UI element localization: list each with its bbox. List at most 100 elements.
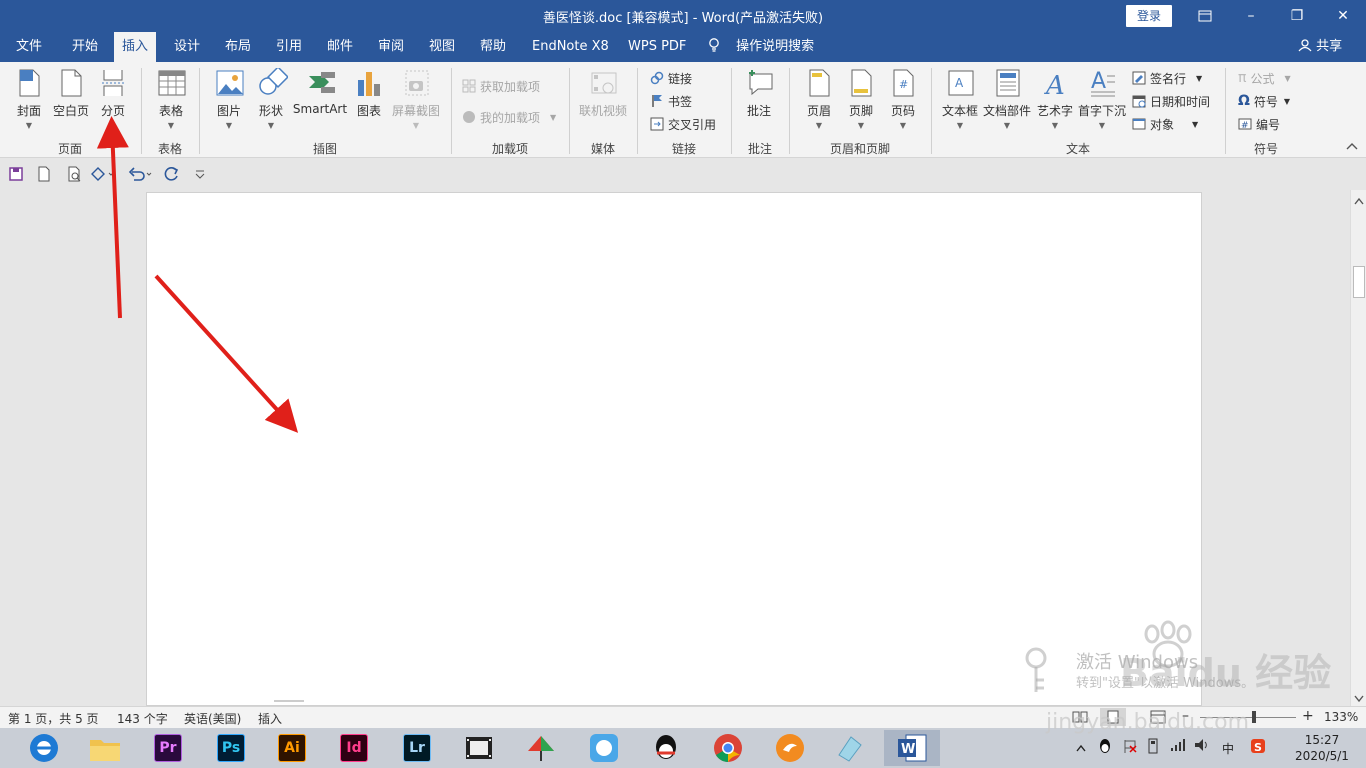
collapse-ribbon-icon[interactable] xyxy=(1346,142,1358,153)
page-count-status[interactable]: 第 1 页，共 5 页 xyxy=(8,710,99,727)
scroll-up-icon[interactable] xyxy=(1354,194,1364,208)
word-taskbar-icon[interactable]: W xyxy=(884,730,940,766)
chart-button[interactable]: 图表 xyxy=(354,68,384,119)
flag-tray-icon[interactable] xyxy=(1122,738,1138,757)
table-button[interactable]: 表格 ▼ xyxy=(152,68,190,130)
page-break-button[interactable]: 分页 xyxy=(96,68,130,119)
qq-tray-icon[interactable] xyxy=(1098,738,1112,757)
tab-references[interactable]: 引用 xyxy=(268,32,310,62)
tab-insert[interactable]: 插入 xyxy=(114,32,157,62)
footer-button[interactable]: 页脚 ▼ xyxy=(844,68,878,130)
qq-icon[interactable] xyxy=(638,730,694,766)
my-addins-label: 我的加载项 xyxy=(480,110,541,125)
scroll-down-icon[interactable] xyxy=(1354,692,1364,706)
tab-help[interactable]: 帮助 xyxy=(472,32,514,62)
textbox-label: 文本框 xyxy=(941,104,978,118)
shapes-button[interactable]: 形状 ▼ xyxy=(254,66,289,130)
cross-reference-button[interactable]: 交叉引用 xyxy=(650,114,716,134)
close-button[interactable]: ✕ xyxy=(1320,0,1366,32)
usb-tray-icon[interactable] xyxy=(1146,738,1160,757)
format-painter-icon[interactable] xyxy=(90,166,114,182)
bird-app-icon[interactable] xyxy=(576,730,632,766)
indesign-icon[interactable]: Id xyxy=(326,730,382,766)
lightroom-icon[interactable]: Lr xyxy=(389,730,445,766)
edge-browser-icon[interactable] xyxy=(16,730,72,766)
tab-wps-pdf[interactable]: WPS PDF xyxy=(620,32,694,62)
date-time-button[interactable]: 日期和时间 xyxy=(1132,91,1210,111)
notes-app-icon[interactable] xyxy=(822,730,878,766)
bookmark-button[interactable]: 书签 xyxy=(650,91,692,111)
quick-parts-button[interactable]: 文档部件 ▼ xyxy=(982,68,1032,130)
tab-design[interactable]: 设计 xyxy=(166,32,208,62)
blank-page-button[interactable]: 空白页 xyxy=(50,68,92,119)
cover-page-button[interactable]: 封面 ▼ xyxy=(12,68,46,130)
camera-icon xyxy=(403,68,429,98)
drop-cap-button[interactable]: A 首字下沉 ▼ xyxy=(1076,68,1128,130)
illustrator-icon[interactable]: Ai xyxy=(264,730,320,766)
volume-icon[interactable] xyxy=(1194,738,1210,755)
tab-file[interactable]: 文件 xyxy=(8,32,50,62)
login-button[interactable]: 登录 xyxy=(1126,5,1172,27)
thunder-icon[interactable] xyxy=(762,730,818,766)
zoom-level[interactable]: 133% xyxy=(1324,710,1358,724)
share-label: 共享 xyxy=(1316,39,1343,54)
online-video-label: 联机视频 xyxy=(578,104,627,118)
tab-endnote[interactable]: EndNote X8 xyxy=(524,32,617,62)
chevron-down-icon: ▼ xyxy=(225,121,233,130)
system-clock[interactable]: 15:27 2020/5/1 xyxy=(1282,732,1362,764)
language-status[interactable]: 英语(美国) xyxy=(184,710,241,727)
customize-qat-icon[interactable] xyxy=(194,166,210,182)
minimize-button[interactable]: – xyxy=(1228,0,1274,32)
table-label: 表格 xyxy=(158,104,183,118)
tell-me-search[interactable]: 操作说明搜索 xyxy=(708,32,814,62)
tab-home[interactable]: 开始 xyxy=(64,32,106,62)
new-document-icon[interactable] xyxy=(36,166,52,182)
tell-me-label: 操作说明搜索 xyxy=(736,39,815,54)
screenshot-label: 屏幕截图 xyxy=(391,104,440,118)
word-count-status[interactable]: 143 个字 xyxy=(117,710,168,727)
object-button[interactable]: 对象 ▼ xyxy=(1132,114,1198,134)
restore-button[interactable]: ❐ xyxy=(1274,0,1320,32)
redo-icon[interactable] xyxy=(164,166,180,182)
tab-mailings[interactable]: 邮件 xyxy=(319,32,361,62)
photoshop-label: Ps xyxy=(217,734,245,762)
ime-indicator[interactable]: 中 xyxy=(1222,740,1234,757)
zoom-slider-thumb[interactable] xyxy=(1252,711,1256,723)
page-number-button[interactable]: # 页码 ▼ xyxy=(886,68,920,130)
wordart-button[interactable]: A 艺术字 ▼ xyxy=(1036,68,1074,130)
symbol-button[interactable]: Ω 符号 ▼ xyxy=(1238,91,1290,111)
insert-mode-status[interactable]: 插入 xyxy=(258,710,282,727)
link-button[interactable]: 链接 xyxy=(650,68,692,88)
undo-icon[interactable] xyxy=(128,166,154,182)
signature-line-button[interactable]: 签名行 ▼ xyxy=(1132,68,1202,88)
tray-expand-icon[interactable] xyxy=(1076,741,1086,755)
share-button[interactable]: 共享 xyxy=(1298,32,1342,62)
tab-view[interactable]: 视图 xyxy=(421,32,463,62)
smartart-button[interactable]: SmartArt xyxy=(292,68,348,116)
scrollbar-thumb[interactable] xyxy=(1353,266,1365,298)
chrome-icon[interactable] xyxy=(700,730,756,766)
video-player-icon[interactable] xyxy=(451,730,507,766)
number-icon: # xyxy=(1238,117,1252,131)
number-button[interactable]: # 编号 xyxy=(1238,114,1280,134)
file-explorer-icon[interactable] xyxy=(77,730,133,766)
textbox-icon: A xyxy=(947,68,974,98)
vertical-scrollbar[interactable] xyxy=(1350,190,1366,706)
get-addins-label: 获取加载项 xyxy=(480,79,541,94)
ribbon-display-icon[interactable] xyxy=(1182,0,1228,32)
picture-button[interactable]: 图片 ▼ xyxy=(212,68,246,130)
textbox-button[interactable]: A 文本框 ▼ xyxy=(940,68,980,130)
tab-review[interactable]: 审阅 xyxy=(370,32,412,62)
sogou-ime-icon[interactable]: S xyxy=(1250,738,1266,757)
comment-button[interactable]: 批注 xyxy=(742,68,776,119)
header-button[interactable]: 页眉 ▼ xyxy=(802,68,836,130)
umbrella-app-icon[interactable] xyxy=(513,730,569,766)
photoshop-icon[interactable]: Ps xyxy=(203,730,259,766)
save-icon[interactable] xyxy=(8,166,24,182)
tab-layout[interactable]: 布局 xyxy=(217,32,259,62)
premiere-pro-icon[interactable]: Pr xyxy=(140,730,196,766)
document-page[interactable] xyxy=(146,192,1202,706)
network-icon[interactable] xyxy=(1170,738,1186,755)
zoom-in-button[interactable]: + xyxy=(1302,708,1314,724)
print-preview-icon[interactable] xyxy=(66,166,82,182)
